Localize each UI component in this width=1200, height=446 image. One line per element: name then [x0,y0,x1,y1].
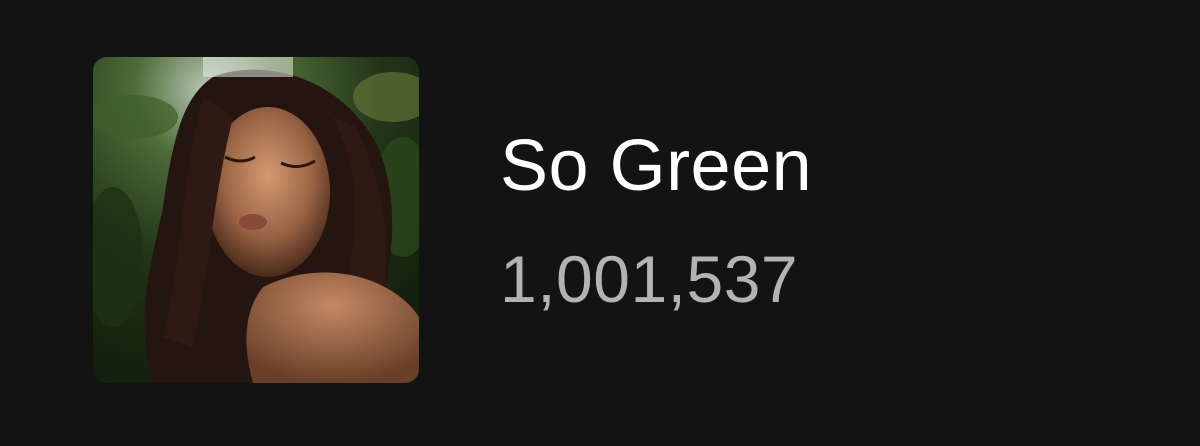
album-cover-image[interactable] [93,57,419,383]
track-info: So Green 1,001,537 [500,118,812,322]
play-count: 1,001,537 [500,242,799,316]
track-title[interactable]: So Green [500,118,812,214]
track-row[interactable]: So Green 1,001,537 [0,0,1200,446]
